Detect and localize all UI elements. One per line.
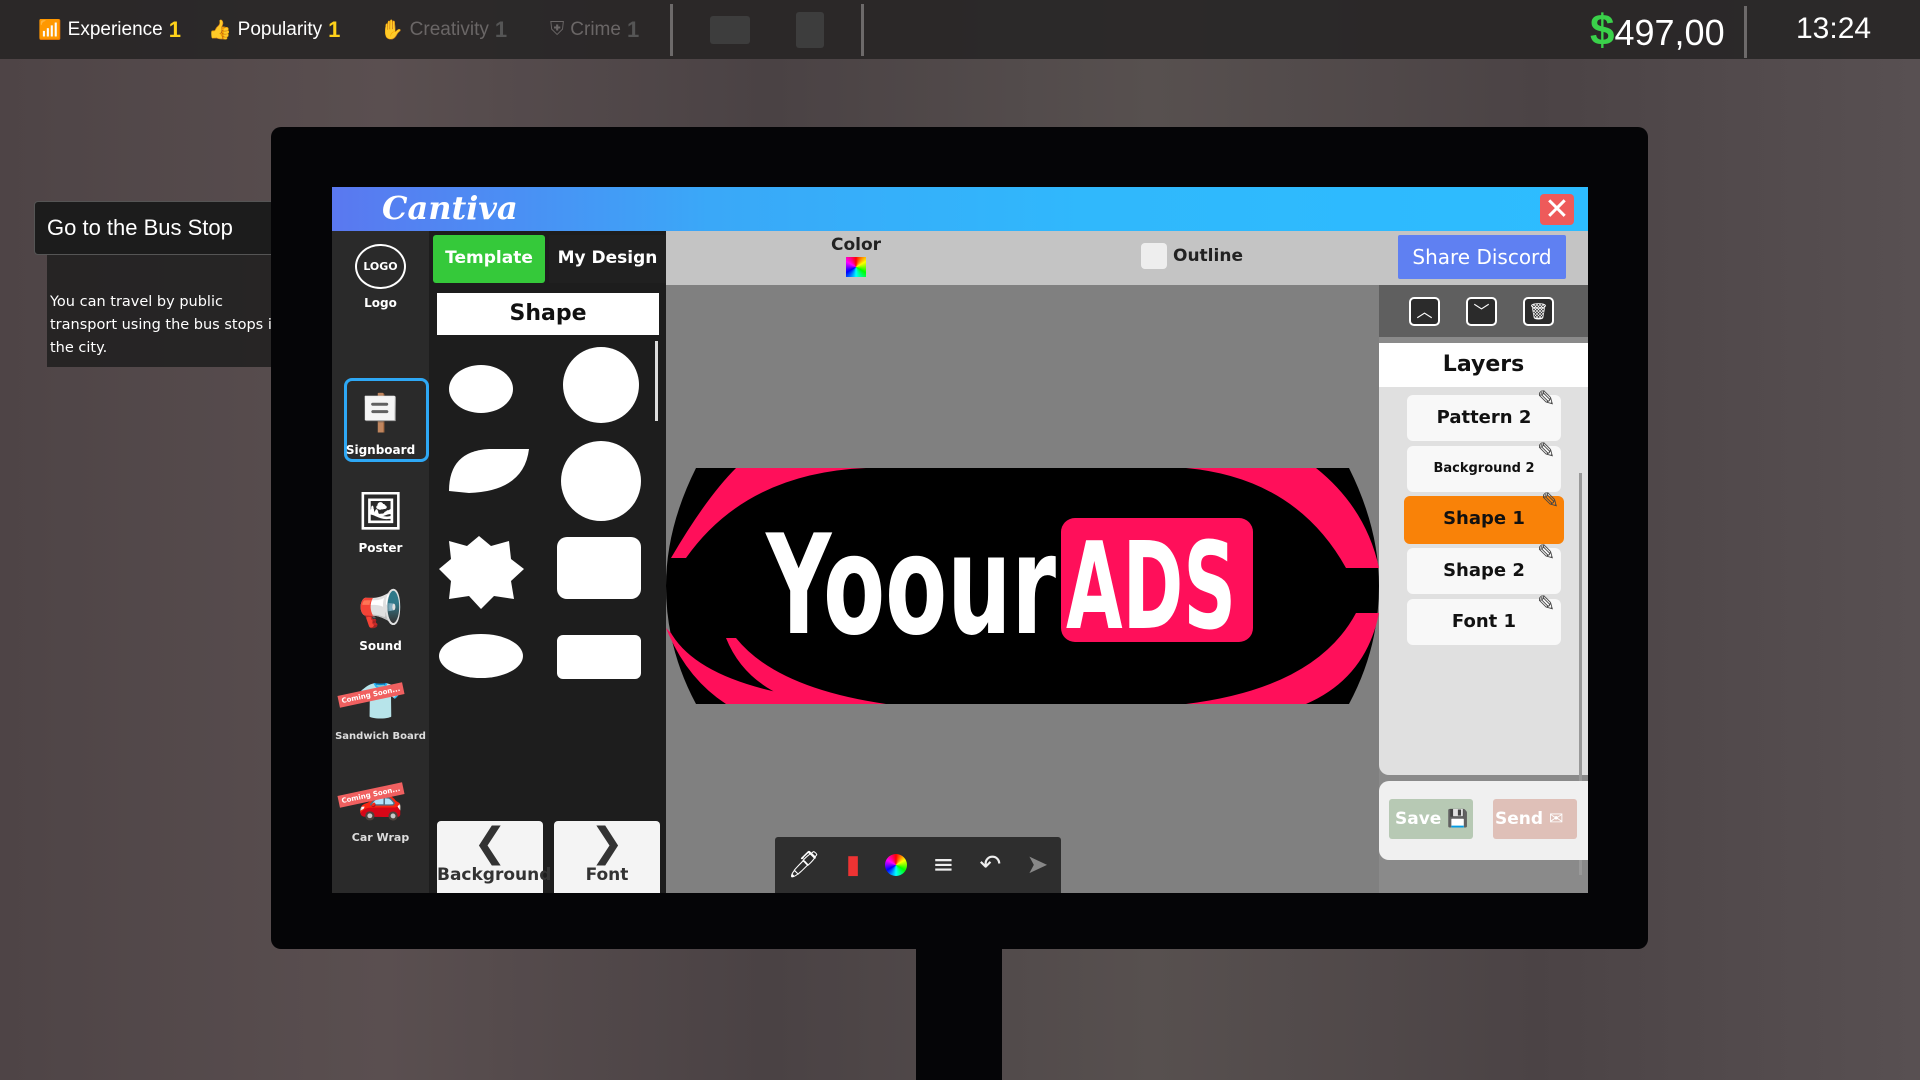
shape-cloud-bar: [439, 634, 523, 678]
cantiva-app: Cantiva ✕ LOGO Logo 🪧 Signboard 🖼 Poster 📢 S…: [332, 187, 1588, 893]
mail-icon[interactable]: [710, 16, 750, 44]
car-icon: 🚗 Coming Soon...: [332, 771, 429, 831]
shape-flower: [561, 441, 641, 521]
stat-creativity[interactable]: ✋ Creativity 1: [380, 14, 507, 46]
money-display: $497,00: [1590, 6, 1725, 55]
app-logo: Cantiva: [382, 189, 518, 227]
megaphone-icon: 📢: [358, 589, 403, 630]
signboard-icon: 🪧: [358, 393, 403, 434]
pencil-icon[interactable]: ✎: [1541, 489, 1559, 514]
outline-toggle[interactable]: Outline: [1141, 243, 1243, 269]
envelope-icon: ✉: [1548, 809, 1564, 829]
shape-scalloped-circle: [563, 347, 639, 423]
scrollbar: [655, 341, 658, 421]
sidebar-item-logo[interactable]: LOGO Logo: [332, 236, 429, 310]
shape-swoosh-ellipse: [449, 365, 513, 413]
share-discord-button[interactable]: Share Discord: [1398, 235, 1566, 279]
sidebar-item-car-wrap[interactable]: 🚗 Coming Soon... Car Wrap: [332, 771, 429, 844]
design-text-highlight: ADS: [1066, 518, 1236, 657]
design-canvas[interactable]: Yoour ADS: [666, 468, 1379, 708]
divider: [1744, 6, 1747, 58]
tab-template[interactable]: Template: [433, 235, 545, 283]
save-send-bar: Save 💾 Send ✉: [1379, 781, 1588, 860]
stat-popularity[interactable]: 👍 Popularity 1: [208, 14, 340, 46]
chevron-left-icon: ❮: [473, 820, 507, 866]
billboard-stand: [916, 949, 1002, 1080]
mission-description: You can travel by public transport using…: [47, 255, 297, 367]
delete-layer-button[interactable]: 🗑: [1523, 297, 1554, 326]
panel-title: Shape: [437, 293, 659, 335]
clipboard-icon[interactable]: [796, 12, 824, 48]
floppy-disk-icon: 💾: [1447, 809, 1469, 829]
title-bar: Cantiva ✕: [332, 187, 1588, 231]
pencil-icon[interactable]: ✎: [1537, 439, 1555, 464]
properties-toolbar: Color Outline: [666, 231, 1379, 285]
stat-experience[interactable]: 📶 Experience 1: [38, 14, 181, 46]
sidebar-item-signboard[interactable]: 🪧 Signboard: [332, 383, 429, 457]
move-layer-up-button[interactable]: ︿: [1409, 297, 1440, 326]
move-layer-down-button[interactable]: ﹀: [1466, 297, 1497, 326]
poster-icon: 🖼: [357, 491, 404, 532]
font-nav-button[interactable]: ❯ Font: [554, 821, 660, 893]
shape-burst: [439, 536, 524, 609]
marker-tool-icon[interactable]: 🖊: [788, 850, 821, 880]
clock: 13:24: [1796, 12, 1872, 45]
coming-soon-badge: Coming Soon...: [337, 682, 405, 708]
category-sidebar: LOGO Logo 🪧 Signboard 🖼 Poster 📢 Sound 👕 Comi…: [332, 231, 429, 893]
close-button[interactable]: ✕: [1540, 194, 1574, 225]
sidebar-item-poster[interactable]: 🖼 Poster: [332, 481, 429, 555]
shape-rounded-rect: [557, 537, 641, 599]
color-picker[interactable]: Color: [806, 235, 906, 279]
popularity-icon: 👍: [208, 20, 232, 41]
pencil-icon[interactable]: ✎: [1537, 592, 1555, 617]
coming-soon-badge: Coming Soon...: [337, 782, 405, 808]
send-button[interactable]: Send ✉: [1493, 799, 1577, 839]
divider: [670, 4, 673, 56]
line-width-icon[interactable]: ≡: [933, 850, 955, 880]
layer-controls: ︿ ﹀ 🗑: [1379, 285, 1588, 337]
outline-checkbox[interactable]: [1141, 243, 1167, 269]
design-text-main: Yoour: [765, 505, 1056, 666]
divider: [861, 4, 864, 56]
logo-icon: LOGO: [332, 236, 429, 296]
sidebar-item-sandwich-board[interactable]: 👕 Coming Soon... Sandwich Board: [332, 671, 429, 742]
color-wheel-icon[interactable]: [885, 854, 908, 876]
eraser-tool-icon[interactable]: ▮: [846, 850, 860, 880]
sidebar-item-sound[interactable]: 📢 Sound: [332, 579, 429, 653]
chevron-right-icon: ❯: [590, 820, 624, 866]
shape-grid: [439, 341, 658, 679]
pencil-icon[interactable]: ✎: [1537, 541, 1555, 566]
pointer-icon[interactable]: ➤: [1027, 850, 1049, 880]
background-nav-button[interactable]: ❮ Background: [437, 820, 551, 893]
police-badge-icon: ⛨: [550, 19, 565, 40]
drawing-toolbar: 🖊 ▮ ≡ ↶ ➤: [775, 837, 1061, 893]
shape-leaf: [449, 449, 529, 493]
shape-panel: Template My Design Shape ❮ Background ❯ Fo…: [429, 231, 666, 893]
hud-top-bar: 📶 Experience 1 👍 Popularity 1 ✋ Creativity 1 ⛨…: [0, 0, 1920, 59]
stat-crime[interactable]: ⛨ Crime 1: [550, 14, 639, 46]
shape-ornate-rect: [557, 635, 641, 679]
color-swatch-icon: [846, 257, 866, 277]
layers-title: Layers: [1379, 343, 1588, 387]
layers-sidebar: Share Discord ︿ ﹀ 🗑 Layers Pattern 2 ✎ B…: [1379, 231, 1588, 893]
experience-icon: 📶: [38, 20, 62, 41]
creativity-icon: ✋: [380, 20, 404, 41]
undo-icon[interactable]: ↶: [980, 850, 1002, 880]
layer-item-selected[interactable]: Shape 1: [1404, 496, 1564, 544]
save-button[interactable]: Save 💾: [1389, 799, 1473, 839]
tab-my-design[interactable]: My Design: [549, 235, 666, 283]
sandwich-board-icon: 👕 Coming Soon...: [332, 671, 429, 731]
pencil-icon[interactable]: ✎: [1537, 387, 1555, 412]
layers-list: Layers Pattern 2 ✎ Background 2 ✎ Shape …: [1379, 343, 1588, 875]
